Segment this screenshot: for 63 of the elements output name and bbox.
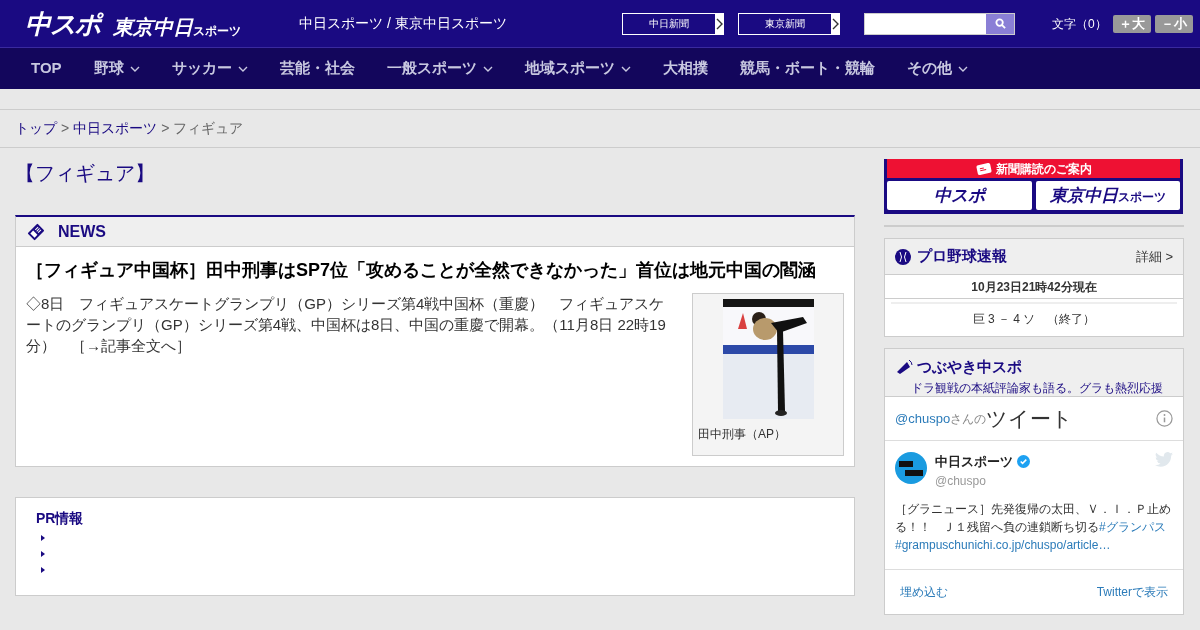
tweet-text: ［グラニュース］先発復帰の太田、Ｖ．Ｉ．Ｐ止める！！ Ｊ１残留へ負の連鎖断ち切る#グランパス #grampuschunichi.co.jp/chuspo/article… <box>895 500 1172 554</box>
nav-item[interactable]: 競馬・ボート・競輪 <box>724 57 890 80</box>
baseball-icon <box>895 248 911 265</box>
panel-subtitle: ドラ観戦の本紙評論家も語る。グラも熱烈応援 <box>911 379 1164 397</box>
chevron-down-icon <box>957 65 968 72</box>
photo-caption: 田中刑事（AP） <box>698 426 786 443</box>
breadcrumb-current: フィギュア <box>173 119 244 138</box>
site-tagline: 中日スポーツ / 東京中日スポーツ <box>299 14 508 33</box>
game-score[interactable]: 巨 3 － 4 ソ （終了） <box>885 304 1183 336</box>
details-link[interactable]: 詳細 > <box>1135 246 1173 267</box>
account-link[interactable]: @chuspo <box>895 408 951 429</box>
chevron-down-icon <box>482 65 493 72</box>
font-size-label: 文字（0） <box>1052 15 1107 33</box>
second-logo[interactable]: 東京中日スポーツ <box>113 16 242 37</box>
newspaper-icon <box>975 162 992 175</box>
info-icon[interactable] <box>1156 410 1173 427</box>
nav-item[interactable]: TOP <box>16 57 77 80</box>
article-link[interactable]: #grampuschunichi.co.jp/chuspo/article… <box>895 537 1111 552</box>
account-name[interactable]: 中日スポーツ <box>935 452 1013 472</box>
nav-item[interactable]: 地域スポーツ <box>509 57 646 80</box>
timeline-title: ツイート <box>986 405 1075 432</box>
chevron-down-icon <box>237 65 248 72</box>
timeline-label: さんの <box>950 410 987 426</box>
view-on-twitter-link[interactable]: Twitterで表示 <box>1096 583 1168 601</box>
hashtag-link[interactable]: #グランパス <box>1099 519 1166 534</box>
triangle-bullet-icon <box>41 567 45 573</box>
site-logo[interactable]: 中スポ <box>25 10 102 37</box>
triangle-bullet-icon <box>41 535 45 541</box>
avatar-icon[interactable] <box>895 452 927 484</box>
chevron-down-icon <box>129 65 140 72</box>
chevron-right-icon <box>831 17 839 30</box>
article-headline[interactable]: ［フィギュア中国杯］田中刑事はSP7位「攻めることが全然できなかった」首位は地元中国の閻涵 <box>26 257 844 283</box>
nav-item[interactable]: その他 <box>891 57 983 80</box>
page-title: 【フィギュア】 <box>15 161 156 186</box>
embed-link[interactable]: 埋め込む <box>900 583 948 601</box>
subscription-banner[interactable]: 新聞購読のご案内 中スポ 東京中日スポーツ <box>884 159 1183 214</box>
triangle-bullet-icon <box>41 551 45 557</box>
nav-item[interactable]: 芸能・社会 <box>264 57 370 80</box>
breadcrumb-link[interactable]: 中日スポーツ <box>73 118 158 139</box>
chevron-right-icon <box>715 17 723 30</box>
chevron-down-icon <box>620 65 631 72</box>
update-time: 10月23日21時42分現在 <box>885 275 1183 299</box>
logo-button[interactable]: 中スポ <box>887 181 1032 210</box>
breadcrumb-link[interactable]: トップ <box>15 118 57 139</box>
nav-item[interactable]: 大相撲 <box>647 57 723 80</box>
nav-item[interactable]: 野球 <box>78 57 155 80</box>
logo-button[interactable]: 東京中日スポーツ <box>1035 181 1180 210</box>
nav-item[interactable]: サッカー <box>156 57 263 80</box>
section-heading: PR情報 <box>36 509 85 528</box>
panel-title: プロ野球速報 <box>917 246 1008 267</box>
article-summary: ◇8日 フィギュアスケートグランプリ（GP）シリーズ第4戦中国杯（重慶） フィギュアスケートのグランプリ（GP）シリーズ第4戦、中国杯は8日、中国の重慶で開幕。（11月8日 22時19分） ［→記事全文へ］ <box>26 294 667 356</box>
breadcrumb-separator: > <box>161 119 170 138</box>
panel-title: つぶやき中スポ <box>917 357 1022 377</box>
megaphone-icon <box>895 359 913 376</box>
breadcrumb-separator: > <box>61 119 70 138</box>
bird-icon <box>1155 452 1173 467</box>
search-button[interactable] <box>986 13 1014 34</box>
nav-item[interactable]: 一般スポーツ <box>371 57 508 80</box>
newspaper-link[interactable]: 中日新聞 <box>622 12 724 35</box>
search-icon <box>994 18 1006 29</box>
section-heading: NEWS <box>58 221 106 242</box>
newspaper-link[interactable]: 東京新聞 <box>738 12 840 35</box>
search-field[interactable] <box>864 12 1015 35</box>
